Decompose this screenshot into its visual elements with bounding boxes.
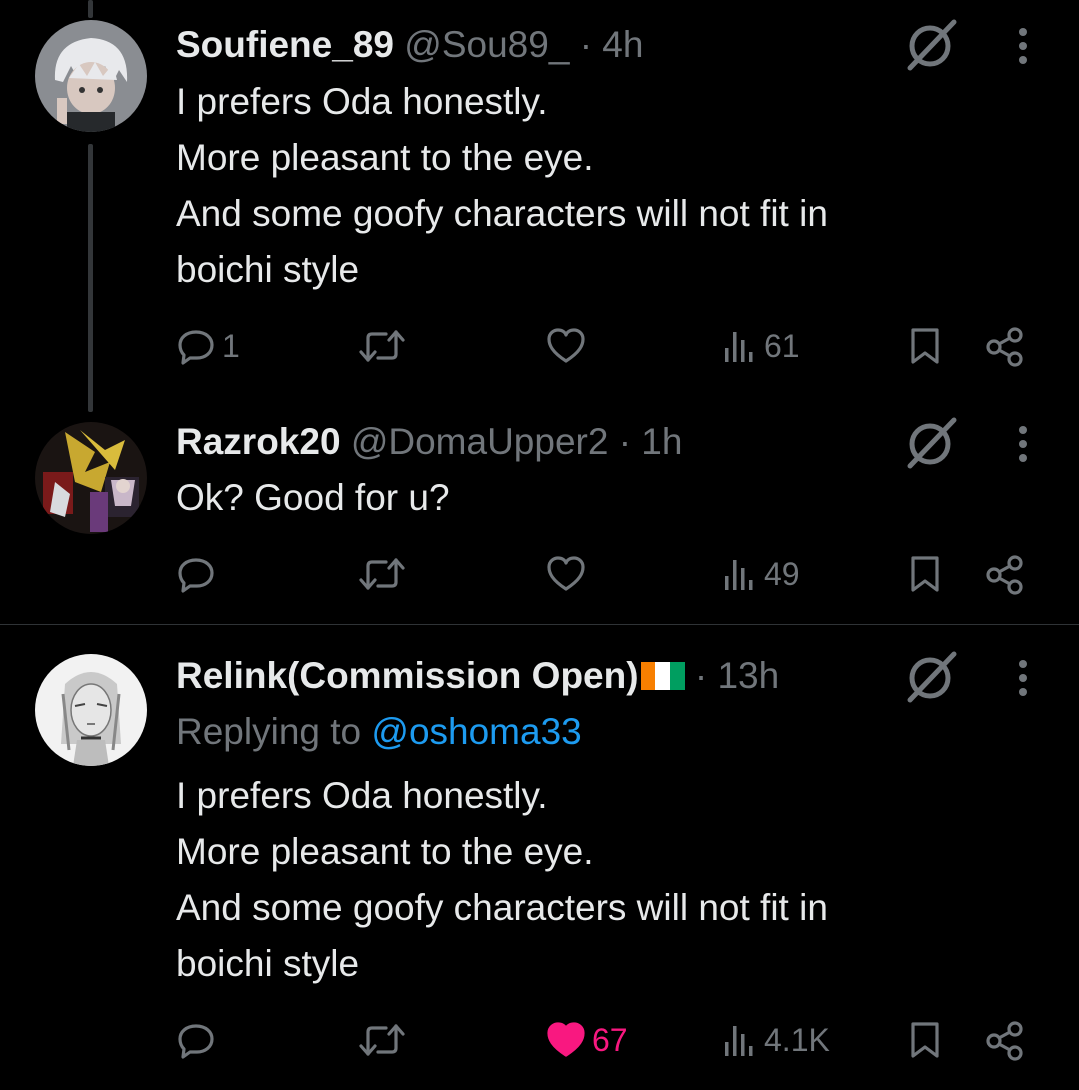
reply-icon — [178, 1024, 214, 1059]
views-count: 61 — [764, 327, 800, 364]
tweet-text-line: And some goofy characters will not fit i… — [176, 193, 828, 234]
more-icon[interactable] — [1006, 654, 1040, 702]
share-icon — [986, 327, 1023, 367]
tweet-text-line: boichi style — [176, 943, 360, 984]
reply-icon — [178, 330, 214, 365]
bookmark-button[interactable] — [908, 326, 942, 366]
heart-icon — [547, 1022, 585, 1057]
like-button[interactable] — [546, 326, 592, 366]
avatar-image — [35, 654, 147, 766]
avatar-image — [35, 20, 147, 132]
thread-line-top — [88, 0, 93, 18]
heart-icon — [547, 556, 585, 591]
tweet-text-line: boichi style — [176, 249, 360, 290]
grok-icon[interactable] — [904, 648, 960, 704]
replying-to-label: Replying to — [176, 711, 362, 752]
views-icon — [725, 332, 753, 362]
views-button[interactable]: 4.1K — [722, 1020, 830, 1060]
more-icon[interactable] — [1006, 22, 1040, 70]
tweet-text: I prefers Oda honestly. More pleasant to… — [176, 74, 828, 298]
tweet-text-line: More pleasant to the eye. — [176, 831, 594, 872]
like-button[interactable] — [546, 554, 592, 594]
grok-icon[interactable] — [904, 414, 960, 470]
tweet-text: I prefers Oda honestly. More pleasant to… — [176, 768, 828, 992]
avatar[interactable] — [35, 20, 147, 132]
tweet-text: Ok? Good for u? — [176, 470, 450, 526]
heart-icon — [547, 328, 585, 363]
display-name[interactable]: Razrok20 — [176, 421, 341, 462]
timestamp[interactable]: · 4h — [580, 24, 644, 65]
retweet-icon — [359, 1024, 405, 1056]
avatar[interactable] — [35, 654, 147, 766]
tweet-text-line: And some goofy characters will not fit i… — [176, 887, 828, 928]
views-icon — [725, 1026, 753, 1056]
reply-button[interactable]: 1 — [176, 326, 240, 366]
handle[interactable]: @DomaUpper2 — [351, 421, 609, 462]
tweet-divider — [0, 624, 1079, 625]
retweet-button[interactable] — [358, 326, 412, 366]
retweet-icon — [359, 330, 405, 362]
replying-to-mention[interactable]: @oshoma33 — [371, 711, 581, 752]
thread-connector-line — [88, 144, 93, 412]
views-button[interactable]: 49 — [722, 554, 800, 594]
avatar[interactable] — [35, 422, 147, 534]
bookmark-icon — [911, 556, 939, 592]
tweet-text-line: I prefers Oda honestly. — [176, 775, 548, 816]
bookmark-button[interactable] — [908, 1020, 942, 1060]
views-icon — [725, 560, 753, 590]
ivory-coast-flag — [640, 656, 685, 690]
more-icon[interactable] — [1006, 420, 1040, 468]
views-count: 4.1K — [764, 1021, 830, 1058]
bookmark-button[interactable] — [908, 554, 942, 594]
bookmark-icon — [911, 328, 939, 364]
display-name[interactable]: Relink(Commission Open) — [176, 655, 639, 696]
tweet-text-line: I prefers Oda honestly. — [176, 81, 548, 122]
views-count: 49 — [764, 555, 800, 592]
like-button[interactable]: 67 — [546, 1020, 628, 1060]
reply-button[interactable] — [176, 1020, 222, 1060]
handle[interactable]: @Sou89_ — [404, 24, 569, 65]
replying-to: Replying to @oshoma33 — [176, 710, 582, 754]
timestamp[interactable]: · 13h — [695, 655, 779, 696]
tweet-text-line: More pleasant to the eye. — [176, 137, 594, 178]
reply-count: 1 — [222, 327, 240, 364]
retweet-icon — [359, 558, 405, 590]
bookmark-icon — [911, 1022, 939, 1058]
tweet-header: Relink(Commission Open) · 13h — [176, 654, 779, 698]
tweet-header: Soufiene_89 @Sou89_ · 4h — [176, 23, 643, 67]
like-count: 67 — [592, 1021, 628, 1058]
views-button[interactable]: 61 — [722, 326, 800, 366]
reply-button[interactable] — [176, 554, 222, 594]
reply-icon — [178, 558, 214, 593]
tweet-header: Razrok20 @DomaUpper2 · 1h — [176, 420, 682, 464]
share-icon — [986, 555, 1023, 595]
avatar-image — [35, 422, 147, 534]
tweet-text-line: Ok? Good for u? — [176, 477, 450, 518]
timestamp[interactable]: · 1h — [619, 421, 683, 462]
share-button[interactable] — [984, 326, 1026, 368]
grok-icon[interactable] — [904, 16, 960, 72]
display-name[interactable]: Soufiene_89 — [176, 24, 394, 65]
share-button[interactable] — [984, 1020, 1026, 1062]
share-button[interactable] — [984, 554, 1026, 596]
retweet-button[interactable] — [358, 1020, 412, 1060]
share-icon — [986, 1021, 1023, 1061]
retweet-button[interactable] — [358, 554, 412, 594]
